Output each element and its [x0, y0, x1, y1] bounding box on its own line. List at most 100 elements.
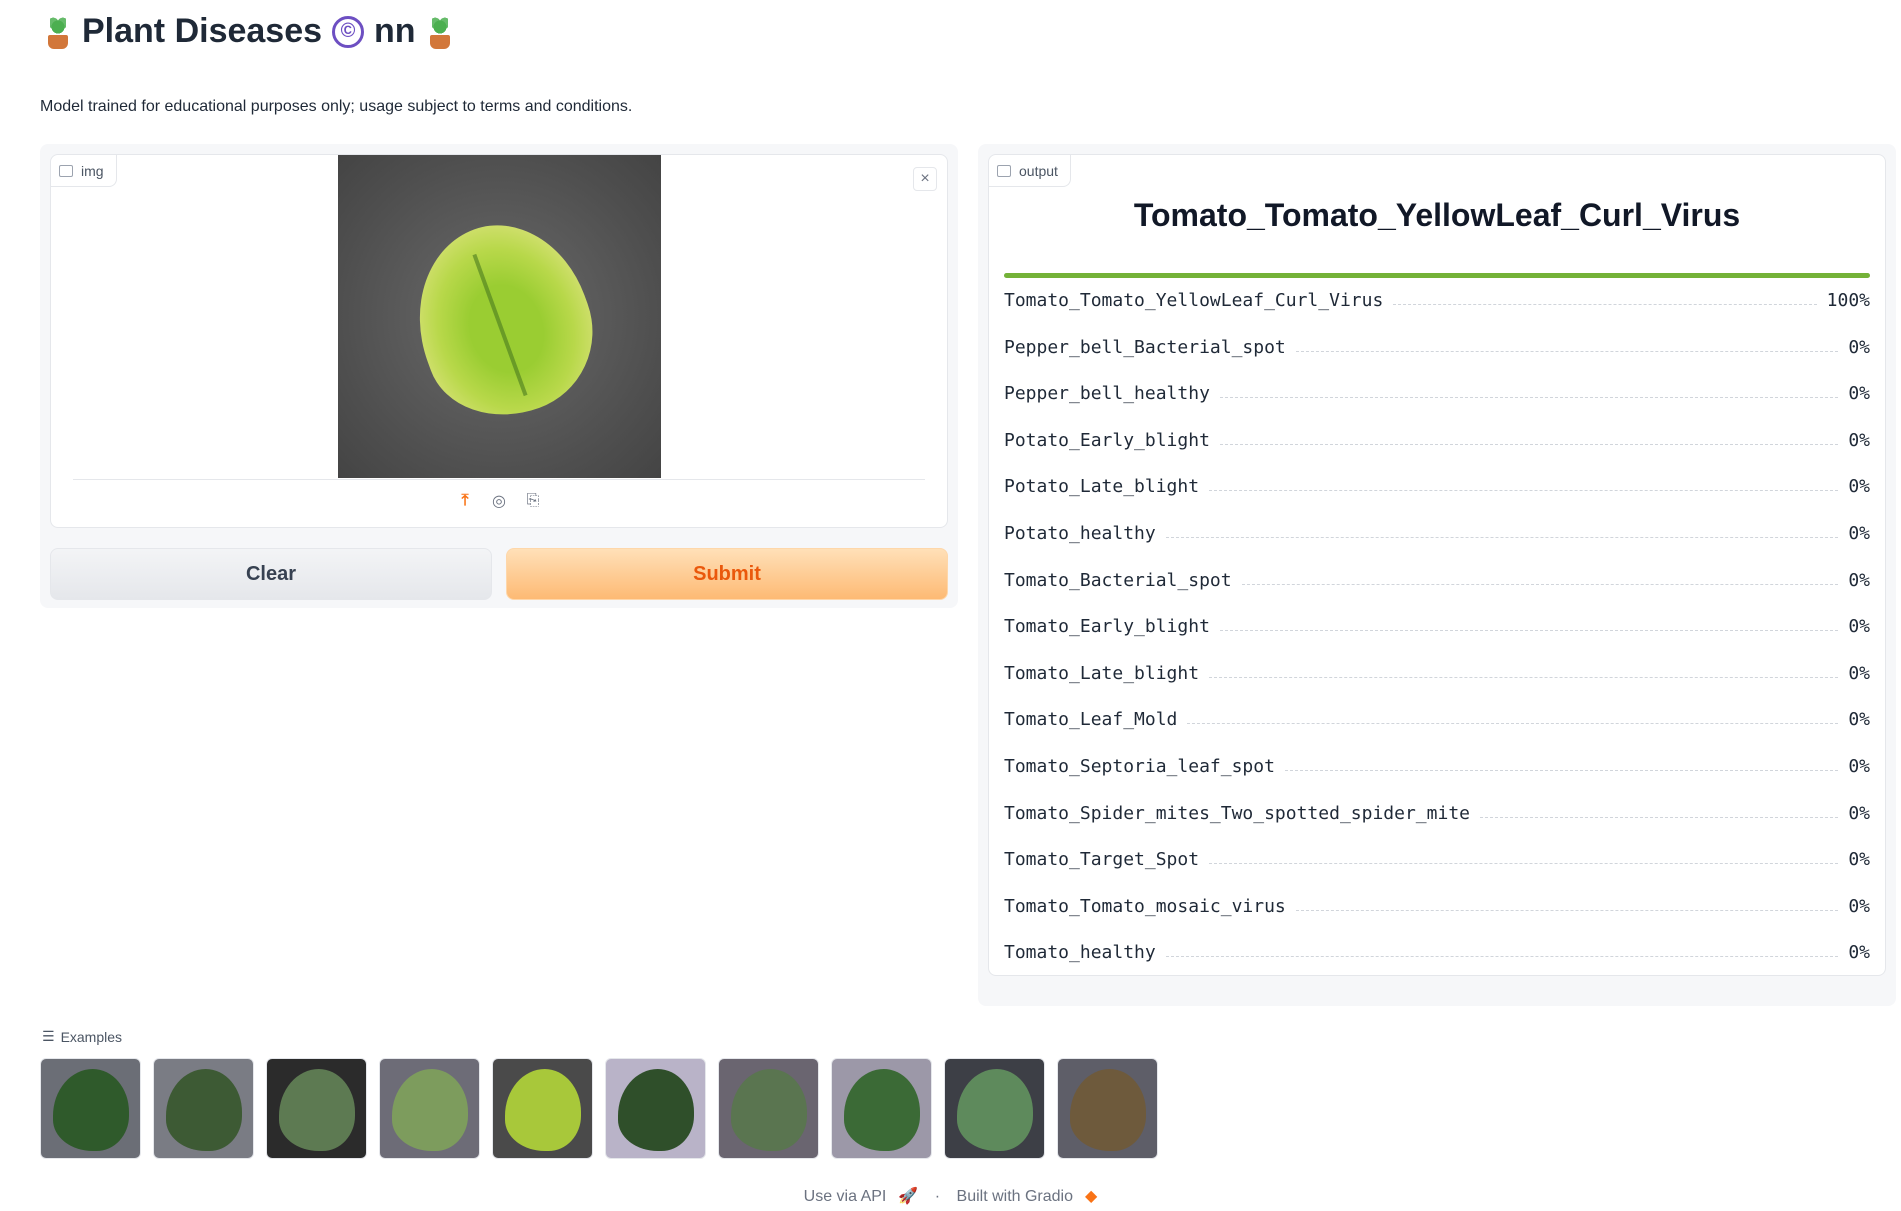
confidence-row: Tomato_Target_Spot 0% — [1004, 828, 1870, 875]
leaf-image — [166, 1069, 242, 1151]
confidence-row: Tomato_Septoria_leaf_spot 0% — [1004, 734, 1870, 781]
uploaded-image — [338, 155, 661, 478]
confidence-row: Tomato_Tomato_YellowLeaf_Curl_Virus 100% — [1004, 281, 1870, 315]
clear-button[interactable]: Clear — [50, 548, 492, 600]
submit-button[interactable]: Submit — [506, 548, 948, 600]
title-text: Plant Diseases — [82, 12, 323, 50]
class-name: Pepper_bell_healthy — [1004, 383, 1210, 405]
confidence-row: Pepper_bell_Bacterial_spot 0% — [1004, 315, 1870, 362]
gradio-link[interactable]: Built with Gradio — [957, 1188, 1074, 1205]
confidence-value: 0% — [1848, 429, 1870, 451]
class-name: Pepper_bell_Bacterial_spot — [1004, 336, 1286, 358]
example-thumbnail[interactable] — [944, 1058, 1045, 1159]
class-name: Tomato_Bacterial_spot — [1004, 569, 1232, 591]
class-name: Potato_Early_blight — [1004, 429, 1210, 451]
copyright-icon: © — [332, 15, 365, 48]
leaf-image — [505, 1069, 581, 1151]
class-name: Tomato_Target_Spot — [1004, 849, 1200, 871]
list-icon: ☰ — [42, 1028, 55, 1044]
app-title: Plant Diseases © nn — [44, 12, 454, 51]
confidence-value: 0% — [1848, 336, 1870, 358]
class-name: Tomato_Early_blight — [1004, 616, 1210, 638]
confidence-row: Tomato_Leaf_Mold 0% — [1004, 688, 1870, 735]
confidence-row: Tomato_Late_blight 0% — [1004, 641, 1870, 688]
example-thumbnail[interactable] — [492, 1058, 593, 1159]
leaf-image — [279, 1069, 355, 1151]
class-name: Tomato_Spider_mites_Two_spotted_spider_m… — [1004, 802, 1470, 824]
example-thumbnail[interactable] — [718, 1058, 819, 1159]
confidence-row: Tomato_Early_blight 0% — [1004, 595, 1870, 642]
description: Model trained for educational purposes o… — [40, 98, 633, 115]
example-thumbnail[interactable] — [831, 1058, 932, 1159]
gradio-logo-icon: ◆ — [1085, 1188, 1098, 1205]
example-thumbnail[interactable] — [379, 1058, 480, 1159]
confidence-row: Tomato_Bacterial_spot 0% — [1004, 548, 1870, 595]
dotted-leader — [1480, 816, 1839, 818]
class-name: Tomato_Late_blight — [1004, 662, 1200, 684]
confidence-row: Potato_Late_blight 0% — [1004, 455, 1870, 502]
confidence-row: Potato_Early_blight 0% — [1004, 408, 1870, 455]
dotted-leader — [1295, 909, 1839, 911]
clipboard-icon[interactable]: ⎘ — [523, 491, 543, 511]
divider — [73, 479, 925, 480]
webcam-icon[interactable]: ◎ — [489, 491, 509, 511]
confidence-value: 100% — [1826, 290, 1870, 311]
rocket-icon: 🚀 — [898, 1188, 919, 1205]
example-thumbnail[interactable] — [40, 1058, 141, 1159]
confidence-value: 0% — [1848, 522, 1870, 544]
confidence-value: 0% — [1848, 383, 1870, 405]
confidence-row: Tomato_Tomato_mosaic_virus 0% — [1004, 874, 1870, 921]
dotted-leader — [1209, 863, 1839, 865]
confidence-value: 0% — [1848, 569, 1870, 591]
potted-plant-icon — [426, 14, 454, 49]
confidence-value: 0% — [1848, 616, 1870, 638]
confidence-list: Tomato_Tomato_YellowLeaf_Curl_Virus 100% P… — [1004, 281, 1870, 967]
class-name: Potato_Late_blight — [1004, 476, 1200, 498]
confidence-value: 0% — [1848, 662, 1870, 684]
leaf-image — [1070, 1069, 1146, 1151]
confidence-value: 0% — [1848, 895, 1870, 917]
example-thumbnail[interactable] — [266, 1058, 367, 1159]
label-output: output Tomato_Tomato_YellowLeaf_Curl_Vir… — [988, 154, 1886, 976]
footer-separator: · — [934, 1188, 941, 1205]
class-name: Potato_healthy — [1004, 522, 1156, 544]
class-name: Tomato_Tomato_mosaic_virus — [1004, 895, 1286, 917]
confidence-value: 0% — [1848, 755, 1870, 777]
dotted-leader — [1209, 676, 1839, 678]
dotted-leader — [1284, 769, 1839, 771]
leaf-image — [392, 1069, 468, 1151]
image-icon — [59, 164, 73, 177]
leaf-image — [731, 1069, 807, 1151]
class-name: Tomato_healthy — [1004, 942, 1156, 964]
confidence-row: Pepper_bell_healthy 0% — [1004, 362, 1870, 409]
confidence-value: 0% — [1848, 802, 1870, 824]
output-label: output — [989, 155, 1071, 187]
dotted-leader — [1393, 304, 1817, 305]
image-input-label: img — [51, 155, 117, 187]
confidence-row: Tomato_healthy 0% — [1004, 921, 1870, 968]
example-thumbnail[interactable] — [153, 1058, 254, 1159]
source-selector: ⤒ ◎ ⎘ — [51, 491, 947, 511]
example-thumbnail[interactable] — [1057, 1058, 1158, 1159]
dotted-leader — [1219, 443, 1839, 445]
class-name: Tomato_Tomato_YellowLeaf_Curl_Virus — [1004, 290, 1384, 311]
confidence-value: 0% — [1848, 942, 1870, 964]
close-icon[interactable]: × — [913, 167, 937, 191]
confidence-value: 0% — [1848, 849, 1870, 871]
confidence-row: Potato_healthy 0% — [1004, 501, 1870, 548]
dotted-leader — [1209, 490, 1839, 492]
dotted-leader — [1165, 956, 1839, 958]
dotted-leader — [1219, 397, 1839, 399]
api-link[interactable]: Use via API — [804, 1188, 887, 1205]
image-input[interactable]: img × ⤒ ◎ ⎘ — [50, 154, 948, 528]
example-thumbnail[interactable] — [605, 1058, 706, 1159]
chart-icon — [997, 164, 1011, 177]
confidence-value: 0% — [1848, 476, 1870, 498]
input-panel: img × ⤒ ◎ ⎘ Clear Submit — [40, 144, 958, 608]
output-panel: output Tomato_Tomato_YellowLeaf_Curl_Vir… — [978, 144, 1896, 1006]
upload-icon[interactable]: ⤒ — [455, 491, 475, 511]
class-name: Tomato_Leaf_Mold — [1004, 709, 1178, 731]
potted-plant-icon — [44, 14, 72, 49]
leaf-image — [618, 1069, 694, 1151]
dotted-leader — [1219, 630, 1839, 632]
